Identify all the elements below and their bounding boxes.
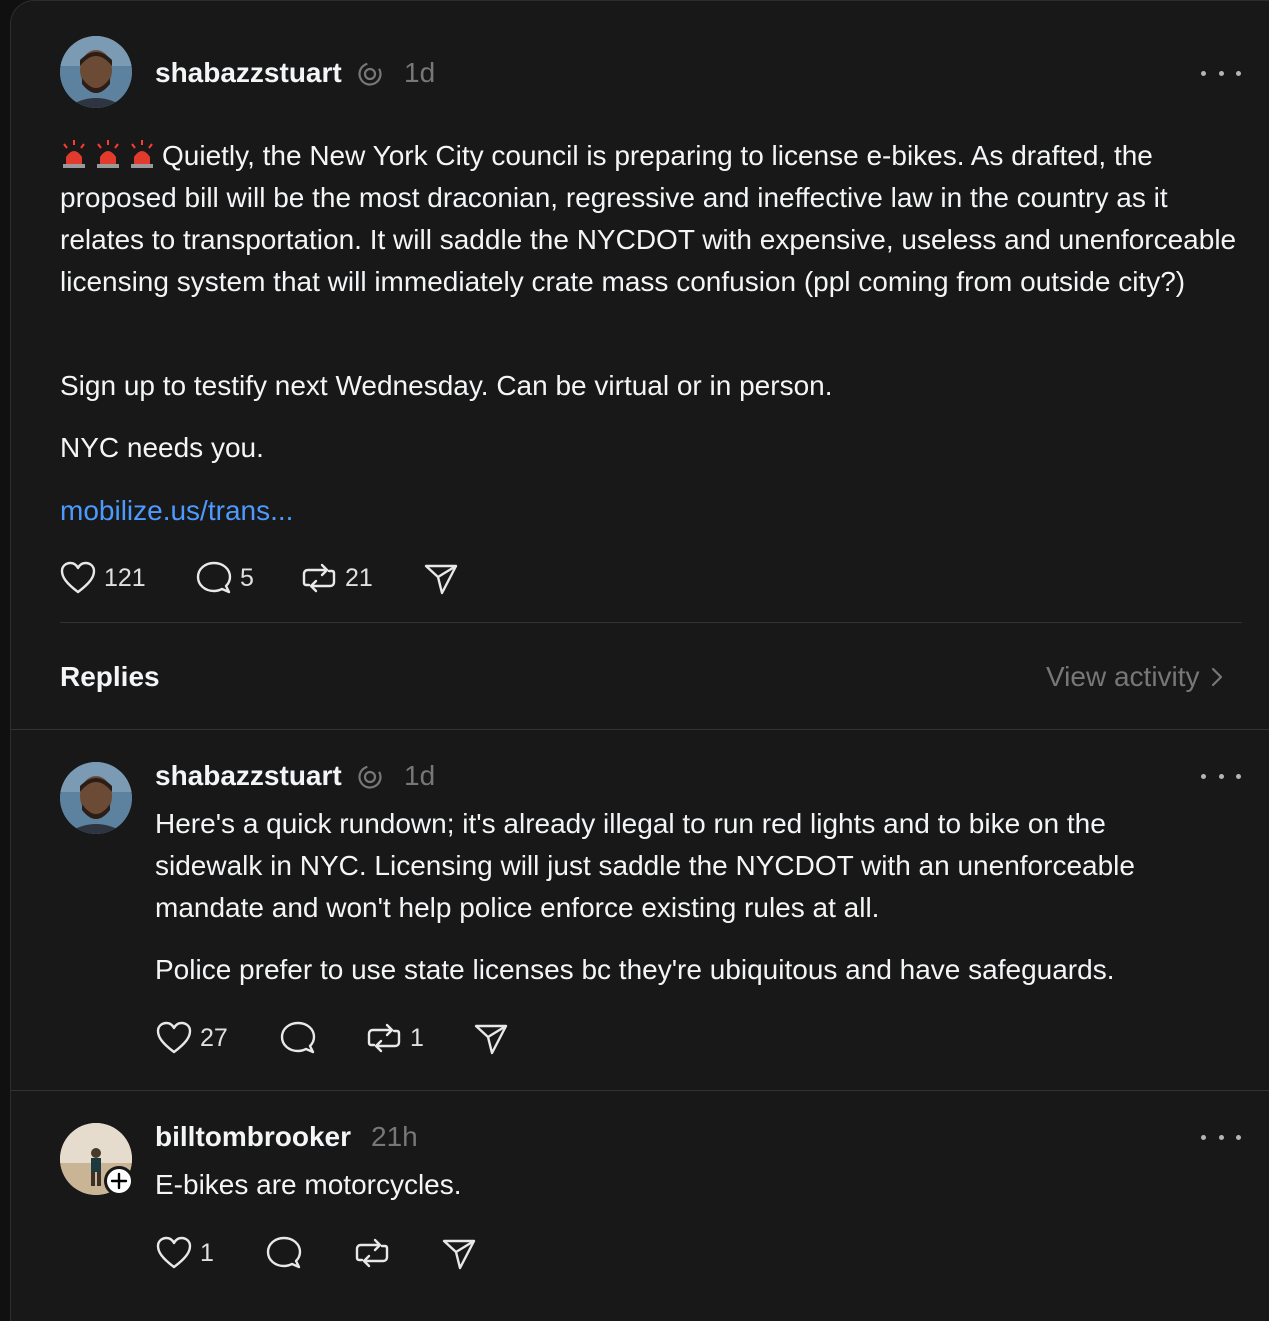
chevron-right-icon <box>1211 667 1222 687</box>
repost-icon <box>367 1023 401 1053</box>
reply1-avatar[interactable] <box>60 762 132 834</box>
send-icon <box>442 1239 476 1270</box>
send-icon <box>474 1024 508 1055</box>
reply1-like-button[interactable]: 27 <box>156 1021 228 1055</box>
thread-panel: shabazzstuart 1d Quietly, the New York C… <box>10 0 1269 1321</box>
send-icon <box>424 564 458 595</box>
post-paragraph-1: Quietly, the New York City council is pr… <box>60 140 1237 297</box>
repost-button[interactable]: 21 <box>301 561 373 595</box>
share-button[interactable] <box>423 562 459 596</box>
heart-icon <box>156 1236 192 1269</box>
speech-bubble-icon <box>196 561 232 594</box>
reply1-share-button[interactable] <box>473 1022 509 1056</box>
reply2-text: E-bikes are motorcycles. <box>155 1169 462 1200</box>
reply1-timestamp: 1d <box>404 760 436 791</box>
heart-icon <box>156 1021 192 1054</box>
reply2-reply-button[interactable] <box>266 1236 302 1270</box>
speech-bubble-icon <box>266 1236 302 1269</box>
ellipsis-icon <box>1201 70 1206 76</box>
like-count: 121 <box>104 563 146 592</box>
post-timestamp: 1d <box>404 57 436 88</box>
speech-bubble-icon <box>280 1021 316 1054</box>
repost-count: 21 <box>345 563 373 592</box>
reply2-share-button[interactable] <box>441 1237 477 1271</box>
replies-divider <box>11 729 1269 730</box>
reply-count: 5 <box>240 563 254 592</box>
post-divider <box>60 622 1242 623</box>
reply-button[interactable]: 5 <box>196 561 254 595</box>
post-body: Quietly, the New York City council is pr… <box>60 135 1250 303</box>
reply1-username[interactable]: shabazzstuart <box>155 760 342 792</box>
plus-icon <box>110 1172 128 1190</box>
threads-icon <box>357 764 383 795</box>
police-siren-emoji <box>60 140 162 171</box>
reply1-like-count: 27 <box>200 1023 228 1052</box>
reply2-username[interactable]: billtombrooker <box>155 1121 351 1153</box>
reply1-paragraph-1: Here's a quick rundown; it's already ill… <box>155 808 1135 923</box>
post-more-button[interactable] <box>1201 63 1241 83</box>
reply1-reply-button[interactable] <box>280 1021 316 1055</box>
ellipsis-icon <box>1201 1134 1206 1140</box>
reply1-paragraph-2: Police prefer to use state licenses bc t… <box>155 954 1115 985</box>
post-paragraph-2: Sign up to testify next Wednesday. Can b… <box>60 370 833 401</box>
reply1-repost-button[interactable]: 1 <box>366 1021 424 1055</box>
reply1-more-button[interactable] <box>1201 766 1241 786</box>
reply2-timestamp: 21h <box>371 1121 418 1152</box>
post-link[interactable]: mobilize.us/trans... <box>60 495 293 527</box>
post-paragraph-3: NYC needs you. <box>60 432 264 463</box>
view-activity-label: View activity <box>1046 661 1200 692</box>
reply-divider <box>11 1090 1269 1091</box>
follow-button[interactable] <box>104 1166 134 1196</box>
repost-icon <box>302 563 336 593</box>
like-button[interactable]: 121 <box>60 561 146 595</box>
ellipsis-icon <box>1201 773 1206 779</box>
reply2-like-button[interactable]: 1 <box>156 1236 214 1270</box>
reply2-more-button[interactable] <box>1201 1127 1241 1147</box>
heart-icon <box>60 561 96 594</box>
author-avatar[interactable] <box>60 36 132 108</box>
repost-icon <box>355 1238 389 1268</box>
reply1-repost-count: 1 <box>410 1023 424 1052</box>
view-activity-link[interactable]: View activity <box>1046 661 1224 693</box>
reply2-like-count: 1 <box>200 1238 214 1267</box>
reply2-repost-button[interactable] <box>354 1236 390 1270</box>
threads-icon <box>357 61 383 92</box>
replies-heading: Replies <box>60 661 160 692</box>
author-username[interactable]: shabazzstuart <box>155 57 342 89</box>
